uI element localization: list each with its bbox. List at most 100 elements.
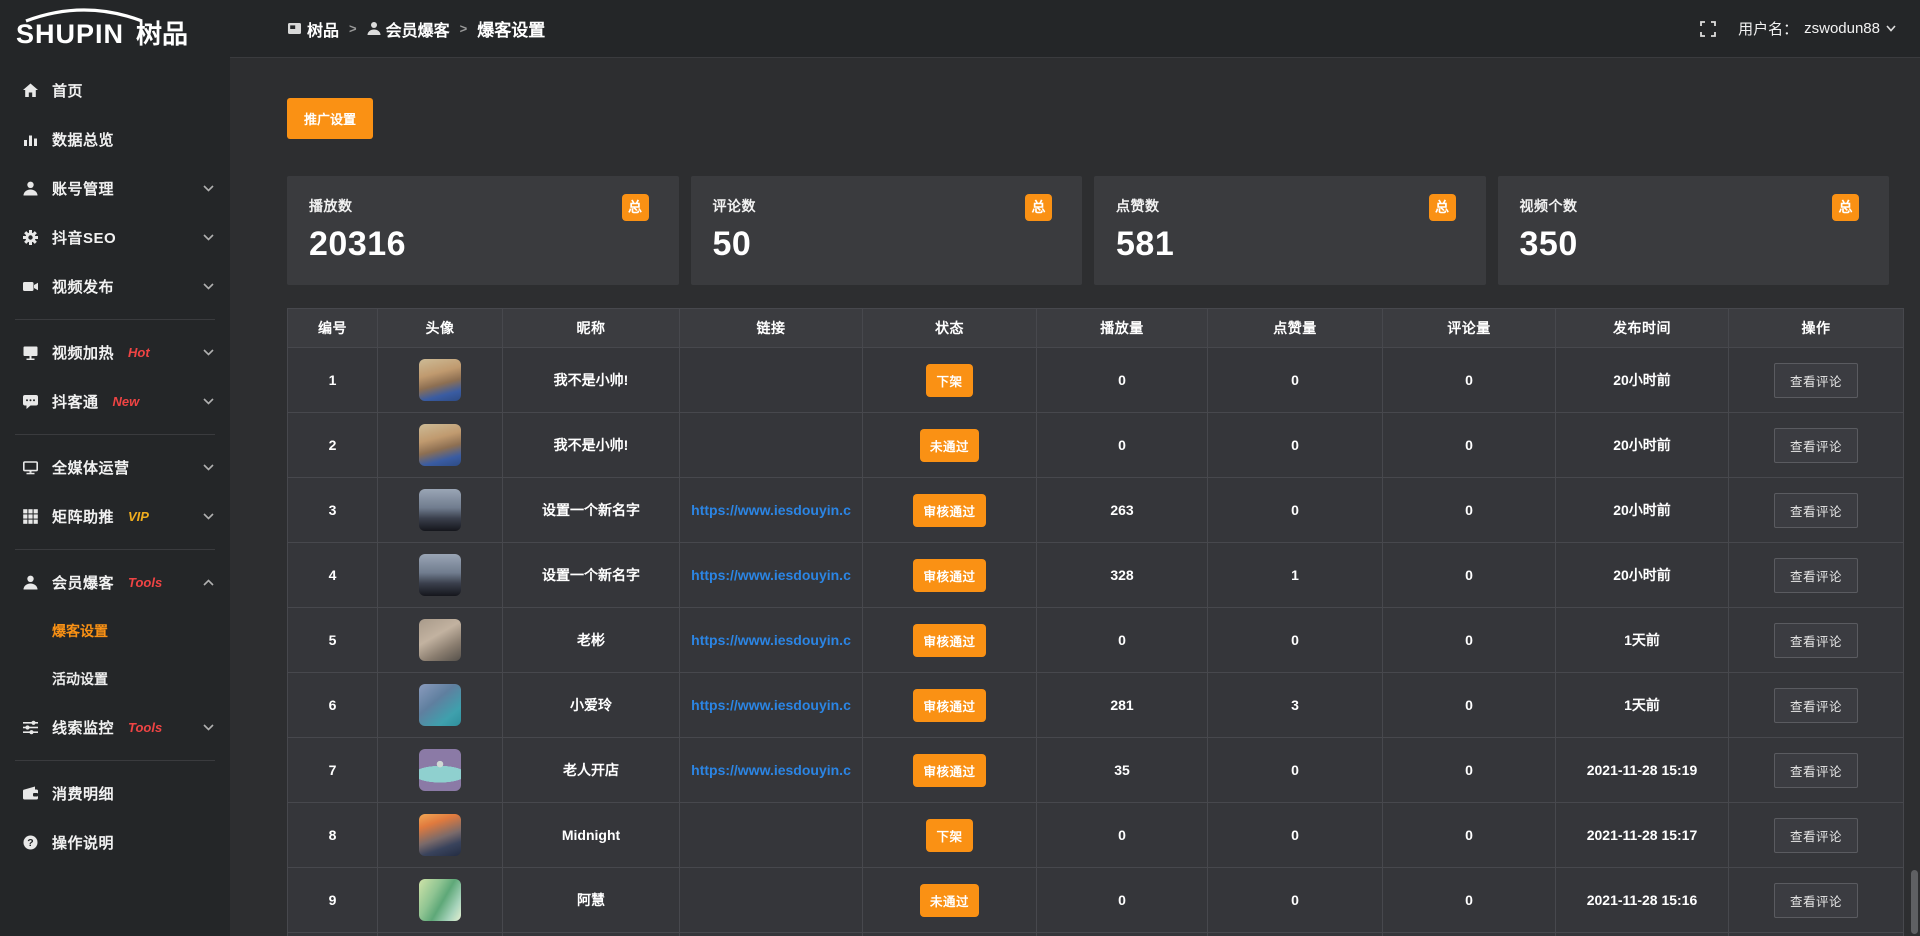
stat-cards: 播放数 20316 总 评论数 50 总 点赞数 581 总 视频个数 350 bbox=[287, 176, 1889, 285]
app-root: SHUPIN 树品 首页 数据总览 账号管理 bbox=[0, 0, 1920, 936]
breadcrumb-separator: > bbox=[349, 21, 357, 36]
sidebar-item-video-heat[interactable]: 视频加热 Hot bbox=[0, 328, 230, 377]
avatar bbox=[419, 814, 461, 856]
profile-link[interactable]: https://www.iesdouyin.c bbox=[686, 632, 856, 648]
table-row: 4 设置一个新名字 https://www.iesdouyin.c 审核通过 3… bbox=[288, 543, 1904, 608]
sidebar-item-data-overview[interactable]: 数据总览 bbox=[0, 115, 230, 164]
avatar bbox=[419, 749, 461, 791]
chevron-down-icon bbox=[203, 513, 214, 520]
view-comments-button[interactable]: 查看评论 bbox=[1774, 883, 1858, 918]
stat-card-videos: 视频个数 350 总 bbox=[1498, 176, 1890, 285]
view-comments-button[interactable]: 查看评论 bbox=[1774, 818, 1858, 853]
status-badge[interactable]: 下架 bbox=[926, 364, 972, 397]
sidebar-item-video-publish[interactable]: 视频发布 bbox=[0, 262, 230, 311]
breadcrumb-item-member-baoke[interactable]: 会员爆客 bbox=[367, 17, 450, 41]
chevron-down-icon bbox=[203, 185, 214, 192]
table-row: 6 小爱玲 https://www.iesdouyin.c 审核通过 281 3… bbox=[288, 673, 1904, 738]
table-row: 5 老彬 https://www.iesdouyin.c 审核通过 0 0 0 … bbox=[288, 608, 1904, 673]
view-comments-button[interactable]: 查看评论 bbox=[1774, 558, 1858, 593]
status-badge[interactable]: 未通过 bbox=[920, 429, 979, 462]
view-comments-button[interactable]: 查看评论 bbox=[1774, 428, 1858, 463]
logo-text-zh: 树品 bbox=[136, 19, 188, 49]
status-badge[interactable]: 未通过 bbox=[920, 884, 979, 917]
sidebar-item-clue-monitor[interactable]: 线索监控 Tools bbox=[0, 703, 230, 752]
promotion-settings-button[interactable]: 推广设置 bbox=[287, 98, 373, 139]
sidebar-item-account-management[interactable]: 账号管理 bbox=[0, 164, 230, 213]
col-avatar: 头像 bbox=[378, 309, 503, 348]
profile-link[interactable]: https://www.iesdouyin.c bbox=[686, 762, 856, 778]
sliders-icon bbox=[22, 719, 39, 736]
col-status: 状态 bbox=[863, 309, 1037, 348]
sidebar-item-instructions[interactable]: ? 操作说明 bbox=[0, 818, 230, 867]
videos-table: 编号 头像 昵称 链接 状态 播放量 点赞量 评论量 发布时间 操作 1 bbox=[287, 308, 1904, 936]
sidebar-divider bbox=[15, 434, 215, 435]
person-icon bbox=[367, 21, 381, 36]
view-comments-button[interactable]: 查看评论 bbox=[1774, 493, 1858, 528]
video-camera-icon bbox=[22, 278, 39, 295]
table-header-row: 编号 头像 昵称 链接 状态 播放量 点赞量 评论量 发布时间 操作 bbox=[288, 309, 1904, 348]
scrollbar[interactable] bbox=[1911, 870, 1918, 934]
col-id: 编号 bbox=[288, 309, 378, 348]
table-row bbox=[288, 933, 1904, 936]
status-badge[interactable]: 审核通过 bbox=[913, 754, 985, 787]
view-comments-button[interactable]: 查看评论 bbox=[1774, 623, 1858, 658]
breadcrumb: 树品 > 会员爆客 > 爆客设置 bbox=[287, 16, 545, 41]
status-badge[interactable]: 审核通过 bbox=[913, 624, 985, 657]
sidebar-item-home[interactable]: 首页 bbox=[0, 66, 230, 115]
chevron-down-icon bbox=[203, 234, 214, 241]
brand-logo[interactable]: SHUPIN 树品 bbox=[0, 0, 230, 58]
sidebar-item-douketong[interactable]: 抖客通 New bbox=[0, 377, 230, 426]
topbar-right: 用户名：zswodun88 bbox=[1700, 18, 1896, 39]
sidebar-nav: 首页 数据总览 账号管理 抖音 bbox=[0, 58, 230, 867]
chevron-down-icon bbox=[203, 283, 214, 290]
view-comments-button[interactable]: 查看评论 bbox=[1774, 363, 1858, 398]
stat-card-likes: 点赞数 581 总 bbox=[1094, 176, 1486, 285]
sidebar-item-member-baoke[interactable]: 会员爆客 Tools bbox=[0, 558, 230, 607]
svg-text:?: ? bbox=[27, 837, 33, 849]
profile-link[interactable]: https://www.iesdouyin.c bbox=[686, 567, 856, 583]
monitor-icon bbox=[22, 459, 39, 476]
view-comments-button[interactable]: 查看评论 bbox=[1774, 753, 1858, 788]
status-badge[interactable]: 审核通过 bbox=[913, 494, 985, 527]
sidebar: SHUPIN 树品 首页 数据总览 账号管理 bbox=[0, 0, 230, 936]
user-icon bbox=[22, 180, 39, 197]
user-menu[interactable]: 用户名：zswodun88 bbox=[1738, 18, 1896, 39]
logo-text-en: SHUPIN bbox=[16, 19, 124, 49]
tools-badge: Tools bbox=[128, 575, 162, 590]
main-area: 树品 > 会员爆客 > 爆客设置 用户名：zswodun88 bbox=[230, 0, 1920, 936]
col-likes: 点赞量 bbox=[1208, 309, 1383, 348]
bar-chart-icon bbox=[22, 131, 39, 148]
sidebar-subitem-baoke-settings[interactable]: 爆客设置 bbox=[0, 607, 230, 655]
chevron-down-icon bbox=[203, 349, 214, 356]
tools-badge: Tools bbox=[128, 720, 162, 735]
screen-icon bbox=[22, 344, 39, 361]
sidebar-item-matrix-boost[interactable]: 矩阵助推 VIP bbox=[0, 492, 230, 541]
status-badge[interactable]: 审核通过 bbox=[913, 689, 985, 722]
total-badge: 总 bbox=[1025, 194, 1052, 221]
avatar bbox=[419, 424, 461, 466]
breadcrumb-item-home[interactable]: 树品 bbox=[287, 17, 339, 41]
home-icon bbox=[22, 82, 39, 99]
username: zswodun88 bbox=[1804, 20, 1880, 37]
chevron-down-icon bbox=[203, 724, 214, 731]
col-publish-time: 发布时间 bbox=[1556, 309, 1729, 348]
total-badge: 总 bbox=[1832, 194, 1859, 221]
profile-link[interactable]: https://www.iesdouyin.c bbox=[686, 502, 856, 518]
status-badge[interactable]: 审核通过 bbox=[913, 559, 985, 592]
profile-link[interactable]: https://www.iesdouyin.c bbox=[686, 697, 856, 713]
sidebar-subitem-activity-settings[interactable]: 活动设置 bbox=[0, 655, 230, 703]
stat-card-comments: 评论数 50 总 bbox=[691, 176, 1083, 285]
vip-badge: VIP bbox=[128, 509, 149, 524]
fullscreen-icon[interactable] bbox=[1700, 21, 1716, 37]
sidebar-submenu: 爆客设置 活动设置 bbox=[0, 607, 230, 703]
gear-icon bbox=[22, 229, 39, 246]
view-comments-button[interactable]: 查看评论 bbox=[1774, 688, 1858, 723]
chevron-up-icon bbox=[203, 579, 214, 586]
avatar bbox=[419, 554, 461, 596]
col-comments: 评论量 bbox=[1383, 309, 1556, 348]
sidebar-item-douyin-seo[interactable]: 抖音SEO bbox=[0, 213, 230, 262]
sidebar-item-consumption-details[interactable]: 消费明细 bbox=[0, 769, 230, 818]
col-actions: 操作 bbox=[1729, 309, 1904, 348]
status-badge[interactable]: 下架 bbox=[926, 819, 972, 852]
sidebar-item-all-media[interactable]: 全媒体运营 bbox=[0, 443, 230, 492]
